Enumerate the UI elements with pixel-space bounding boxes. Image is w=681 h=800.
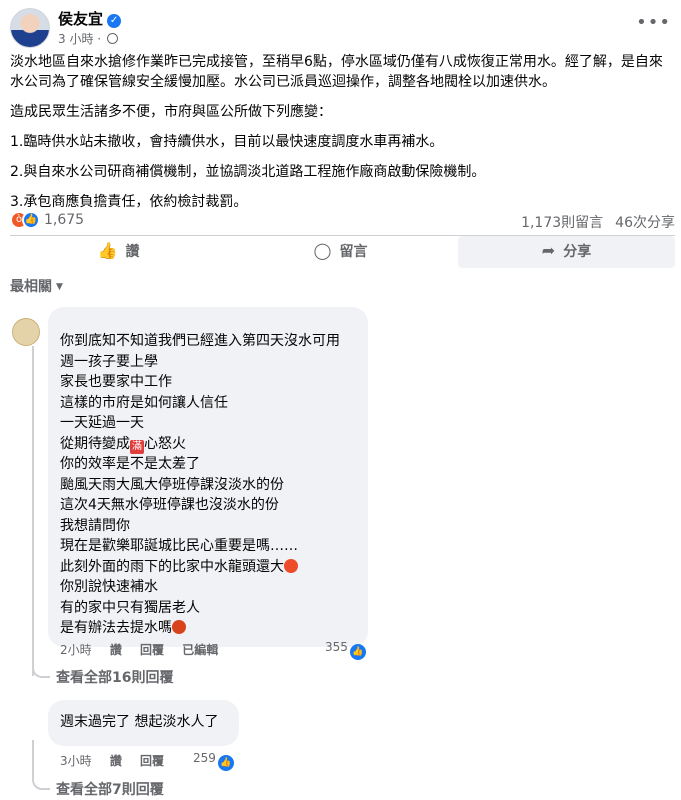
comment-bubble: 你到底知不知道我們已經進入第四天沒水可用 週一孩子要上學 家長也要家中工作 這樣… [48,307,368,647]
post-paragraph: 3.承包商應負擔責任，依約檢討裁罰。 [10,194,248,210]
comment-count[interactable]: 1,173則留言 [521,215,603,231]
comment-line: 你到底知不知道我們已經進入第四天沒水可用 [60,333,340,349]
comment-button[interactable]: ◯ 留言 [232,236,449,268]
comment-reply-button[interactable]: 回覆 [140,754,164,768]
comment-bubble: 週末過完了 想起淡水人了 [48,700,239,746]
comment-line: 我想請問你 [60,517,130,534]
comment-text: 週末過完了 想起淡水人了 [60,714,219,730]
comment-like-count[interactable]: 355 👍 [325,640,366,660]
like-reaction-icon: 👍 [22,211,40,229]
comment-line: 週一孩子要上學 [60,353,158,370]
globe-icon [106,33,118,44]
comment-line: 有的家中只有獨居老人 [60,599,200,616]
reply-thread-elbow [32,770,50,790]
engagement-counts: 1,173則留言 46次分享 [509,212,675,232]
thumbs-up-icon: 👍 [97,241,118,260]
post-header: 侯友宜 ✓ 3 小時 · ••• [10,6,675,50]
post-paragraph: 淡水地區自來水搶修作業昨已完成接管，至稍早6點，停水區域仍僅有八成恢復正常用水。… [10,54,663,90]
comment-line: 現在是歡樂耶誕城比民心重要是嗎…… [60,538,298,554]
view-replies-link[interactable]: 查看全部16則回覆 [56,667,173,687]
author-name[interactable]: 侯友宜 ✓ [58,8,122,29]
reaction-count: 1,675 [44,212,85,228]
comment-time[interactable]: 3小時 [60,754,92,768]
comment-line: 你別說快速補水 [60,579,158,595]
post-actions: 👍 讚 ◯ 留言 ➦ 分享 [10,236,675,268]
view-replies-link[interactable]: 查看全部7則回覆 [56,779,164,799]
comment-line: 颱風天雨大風大停班停課沒淡水的份 [60,476,284,493]
like-button[interactable]: 👍 讚 [10,236,227,268]
post-paragraph: 造成民眾生活諸多不便，市府與區公所做下列應變： [10,104,332,120]
speech-bubble-icon: ◯ [313,241,332,260]
comment-line: 家長也要家中工作 [60,374,172,390]
reaction-summary[interactable]: ò 👍 1,675 [10,211,84,229]
comment-time[interactable]: 2小時 [60,643,92,657]
comment-line: 一天延過一天 [60,415,144,431]
post-paragraph: 2.與自來水公司研商補償機制，並協調淡北道路工程施作廠商啟動保險機制。 [10,164,486,180]
comment-actions: 2小時 讚 回覆 已編輯 [60,641,232,658]
share-button[interactable]: ➦ 分享 [458,236,675,268]
verified-badge-icon: ✓ [107,14,122,28]
comment-line: 這次4天無水停班停課也沒淡水的份 [60,497,279,513]
share-arrow-icon: ➦ [541,241,556,260]
full-emoji-icon: 滿 [130,439,144,454]
angry-face-icon [284,558,298,573]
share-count[interactable]: 46次分享 [615,215,675,231]
cursing-face-icon [172,620,186,634]
comment-line: 是有辦法去提水嗎 [60,618,356,639]
edited-label: 已編輯 [182,643,219,657]
post-paragraph: 1.臨時供水站未撤收，會持續供水，目前以最快速度調度水車再補水。 [10,134,444,150]
comment-like-count[interactable]: 259 👍 [193,751,234,771]
post-meta: 3 小時 · [58,30,118,47]
reply-thread-elbow [32,656,50,678]
like-badge-icon: 👍 [217,755,234,771]
like-badge-icon: 👍 [349,644,366,660]
comment-like-button[interactable]: 讚 [110,643,122,657]
post-stats: ò 👍 1,675 1,173則留言 46次分享 [10,210,675,232]
comment-line: 此刻外面的雨下的比家中水龍頭還大 [60,557,356,578]
more-options-icon[interactable]: ••• [636,12,671,33]
comment-line: 你的效率是不是太差了 [60,456,200,472]
commenter-avatar[interactable] [12,318,40,346]
post-body: 淡水地區自來水搶修作業昨已完成接管，至稍早6點，停水區域仍僅有八成恢復正常用水。… [10,52,675,222]
comment-reply-button[interactable]: 回覆 [140,643,164,657]
post-time[interactable]: 3 小時 [58,32,93,46]
comment-like-button[interactable]: 讚 [110,754,122,768]
comment-sort-dropdown[interactable]: 最相關 ▼ [10,276,63,296]
author-avatar[interactable] [10,8,50,48]
comment-actions: 3小時 讚 回覆 [60,752,178,769]
comment-line: 從期待變成滿心怒火 [60,435,186,454]
caret-down-icon: ▼ [56,282,63,292]
comment-line: 這樣的市府是如何讓人信任 [60,394,228,411]
reply-thread-line [32,346,34,676]
